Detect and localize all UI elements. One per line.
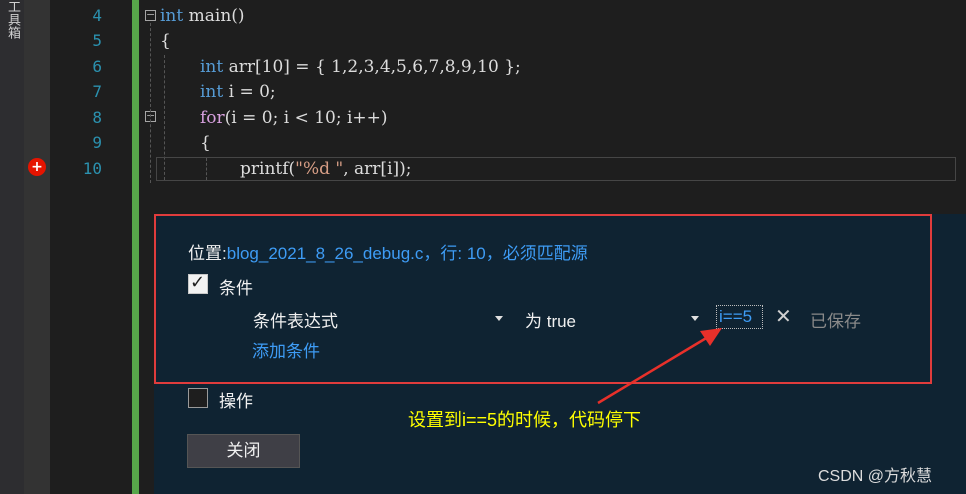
annotation-text: 设置到i==5的时候，代码停下 bbox=[408, 410, 642, 430]
watermark: CSDN @方秋慧 bbox=[818, 468, 933, 485]
